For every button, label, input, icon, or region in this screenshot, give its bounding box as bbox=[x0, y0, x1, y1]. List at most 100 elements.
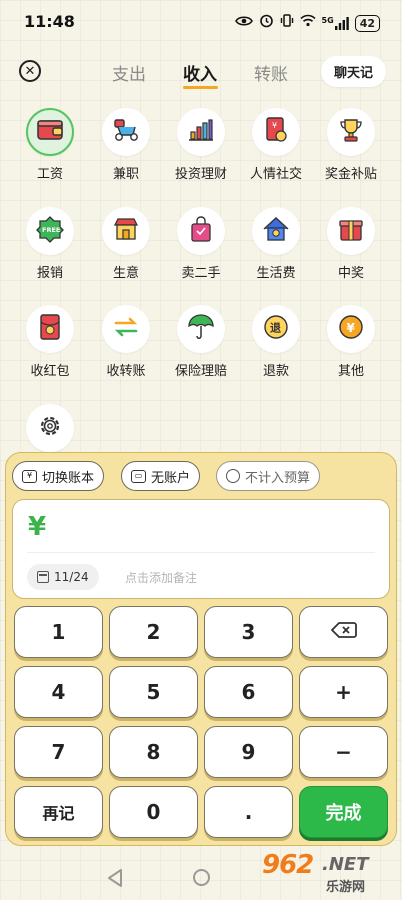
shop-icon bbox=[112, 216, 140, 246]
category-lottery[interactable]: 中奖 bbox=[313, 207, 389, 281]
record-again-key[interactable]: 再记 bbox=[14, 786, 103, 838]
category-label: 兼职 bbox=[112, 167, 139, 182]
note-input[interactable]: 点击添加备注 bbox=[125, 569, 197, 586]
wifi-icon bbox=[299, 14, 316, 32]
category-business[interactable]: 生意 bbox=[88, 207, 164, 281]
category-label: 中奖 bbox=[337, 266, 364, 281]
decimal-key[interactable]: . bbox=[204, 786, 293, 838]
tab-transfer[interactable]: 转账 bbox=[254, 60, 288, 85]
key-5[interactable]: 5 bbox=[109, 666, 198, 718]
shopping-bag-icon bbox=[188, 215, 214, 247]
key-6[interactable]: 6 bbox=[204, 666, 293, 718]
watermark-logo: 962 bbox=[262, 850, 314, 880]
date-picker-button[interactable]: 11/24 bbox=[27, 564, 99, 590]
category-icon-wrap bbox=[102, 108, 150, 156]
red-packet-icon bbox=[39, 313, 61, 345]
category-label: 工资 bbox=[36, 167, 63, 182]
category-label: 投资理财 bbox=[174, 167, 227, 182]
category-insurance-claim[interactable]: 保险理赔 bbox=[163, 305, 239, 379]
exclude-budget-toggle[interactable]: 不计入预算 bbox=[216, 461, 321, 491]
category-living-expenses[interactable]: 生活费 bbox=[238, 207, 314, 281]
tab-income[interactable]: 收入 bbox=[183, 60, 217, 85]
nav-back-button[interactable] bbox=[106, 868, 124, 892]
status-time: 11:48 bbox=[24, 12, 75, 31]
category-icon-wrap bbox=[102, 207, 150, 255]
key-9[interactable]: 9 bbox=[204, 726, 293, 778]
card-icon: ▭ bbox=[131, 469, 146, 483]
account-select-button[interactable]: ▭ 无账户 bbox=[121, 461, 201, 491]
key-4[interactable]: 4 bbox=[14, 666, 103, 718]
category-social-gift[interactable]: ¥ 人情社交 bbox=[238, 108, 314, 182]
bar-chart-icon bbox=[188, 118, 214, 146]
category-second-hand[interactable]: 卖二手 bbox=[163, 207, 239, 281]
scooter-icon bbox=[111, 117, 141, 147]
amount-input-box[interactable]: ¥ 11/24 点击添加备注 bbox=[12, 499, 390, 599]
watermark-site-name: 乐游网 bbox=[326, 880, 366, 895]
category-salary[interactable]: 工资 bbox=[12, 108, 88, 182]
category-label: 退款 bbox=[262, 364, 289, 379]
category-settings[interactable] bbox=[12, 404, 88, 452]
radio-circle-icon bbox=[226, 469, 240, 483]
category-icon-wrap bbox=[327, 108, 375, 156]
trophy-icon bbox=[338, 117, 364, 147]
entry-panel: ¥ 切换账本 ▭ 无账户 不计入预算 ¥ 11/24 点击添加备注 1 2 3 … bbox=[5, 452, 397, 846]
category-other[interactable]: ¥ 其他 bbox=[313, 305, 389, 379]
category-icon-wrap bbox=[26, 404, 74, 452]
date-label: 11/24 bbox=[54, 570, 89, 584]
calendar-icon bbox=[37, 571, 49, 583]
wallet-icon bbox=[36, 118, 64, 146]
category-icon-wrap bbox=[26, 108, 74, 156]
backspace-icon bbox=[330, 620, 357, 644]
close-icon: ✕ bbox=[24, 63, 36, 79]
gift-box-icon bbox=[338, 216, 364, 246]
category-bonus[interactable]: 奖金补贴 bbox=[313, 108, 389, 182]
battery-indicator: 42 bbox=[354, 14, 380, 32]
switch-book-button[interactable]: ¥ 切换账本 bbox=[12, 461, 105, 491]
nav-home-button[interactable] bbox=[193, 869, 210, 886]
key-1[interactable]: 1 bbox=[14, 606, 103, 658]
key-7[interactable]: 7 bbox=[14, 726, 103, 778]
category-part-time[interactable]: 兼职 bbox=[88, 108, 164, 182]
category-icon-wrap bbox=[327, 207, 375, 255]
tab-expense[interactable]: 支出 bbox=[112, 60, 146, 85]
key-2[interactable]: 2 bbox=[109, 606, 198, 658]
category-label: 其他 bbox=[337, 364, 364, 379]
status-bar: 11:48 5G 42 bbox=[0, 0, 402, 44]
plus-key[interactable]: + bbox=[299, 666, 388, 718]
chat-record-button[interactable]: 聊天记 bbox=[320, 56, 386, 87]
done-button[interactable]: 完成 bbox=[299, 786, 388, 838]
close-button[interactable]: ✕ bbox=[19, 60, 41, 82]
svg-text:退: 退 bbox=[270, 321, 281, 335]
category-investment[interactable]: 投资理财 bbox=[163, 108, 239, 182]
account-label: 无账户 bbox=[151, 470, 191, 486]
category-icon-wrap: FREE bbox=[26, 207, 74, 255]
backspace-key[interactable] bbox=[299, 606, 388, 658]
category-reimbursement[interactable]: FREE 报销 bbox=[12, 207, 88, 281]
category-receive-transfer[interactable]: 收转账 bbox=[88, 305, 164, 379]
category-icon-wrap bbox=[177, 108, 225, 156]
refund-coin-icon: 退 bbox=[263, 314, 289, 344]
free-badge-icon: FREE bbox=[35, 215, 65, 247]
category-label: 人情社交 bbox=[249, 167, 302, 182]
category-label: 生活费 bbox=[256, 266, 296, 281]
site-watermark: 962 .NET 乐游网 bbox=[262, 850, 397, 896]
key-0[interactable]: 0 bbox=[109, 786, 198, 838]
category-refund[interactable]: 退 退款 bbox=[238, 305, 314, 379]
category-icon-wrap: ¥ bbox=[327, 305, 375, 353]
category-icon-wrap: 退 bbox=[252, 305, 300, 353]
key-8[interactable]: 8 bbox=[109, 726, 198, 778]
category-label: 报销 bbox=[36, 266, 63, 281]
category-receive-red-packet[interactable]: 收红包 bbox=[12, 305, 88, 379]
svg-text:¥: ¥ bbox=[347, 321, 356, 335]
yuan-coin-icon: ¥ bbox=[338, 314, 364, 344]
divider bbox=[27, 552, 375, 553]
category-icon-wrap bbox=[177, 207, 225, 255]
category-icon-wrap bbox=[177, 305, 225, 353]
house-icon bbox=[262, 216, 290, 246]
exclude-budget-label: 不计入预算 bbox=[245, 470, 311, 486]
category-icon-wrap: ¥ bbox=[252, 108, 300, 156]
key-3[interactable]: 3 bbox=[204, 606, 293, 658]
minus-key[interactable]: − bbox=[299, 726, 388, 778]
active-tab-indicator bbox=[183, 86, 218, 89]
umbrella-icon bbox=[187, 313, 215, 345]
